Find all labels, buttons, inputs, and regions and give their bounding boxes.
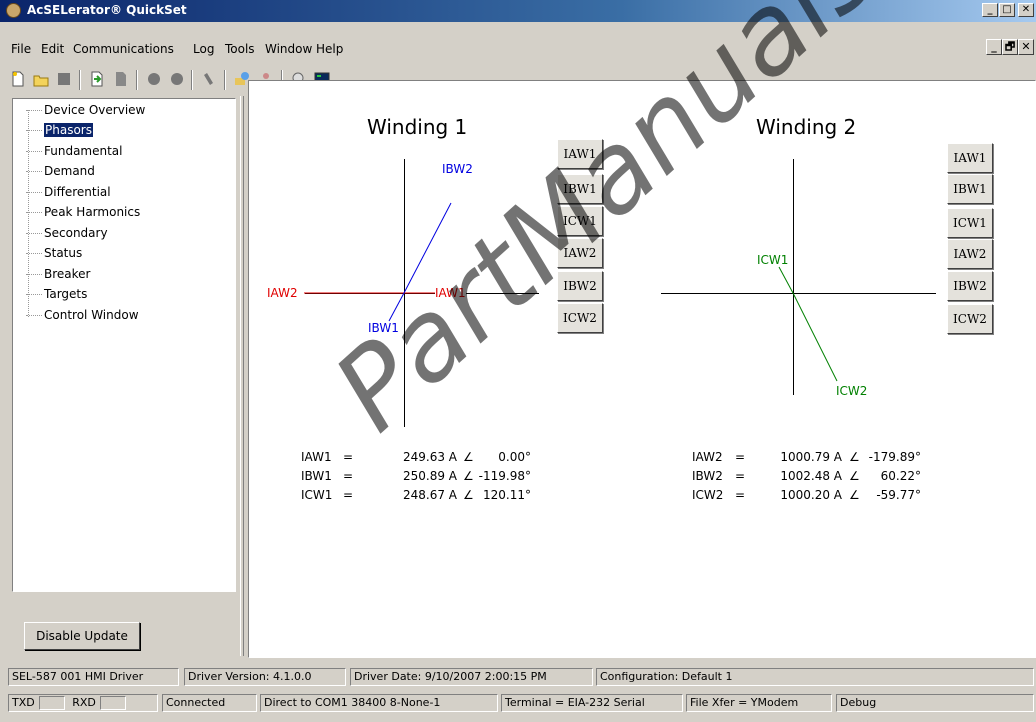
menu-file[interactable]: File xyxy=(11,42,31,56)
minimize-button[interactable]: _ xyxy=(982,3,998,17)
menu-help[interactable]: Help xyxy=(316,42,343,56)
menu-edit[interactable]: Edit xyxy=(41,42,64,56)
app-icon xyxy=(6,3,21,18)
configuration: Configuration: Default 1 xyxy=(596,668,1034,686)
icw2-label: ICW2 xyxy=(836,384,868,398)
rxd-led-icon xyxy=(99,696,126,710)
tree-item-peak-harmonics[interactable]: Peak Harmonics xyxy=(26,205,140,223)
toolbar-separator xyxy=(191,70,193,90)
tree-item-breaker[interactable]: Breaker xyxy=(26,267,90,285)
icw1-phasor xyxy=(778,266,794,294)
tree-item-fundamental[interactable]: Fundamental xyxy=(26,144,123,162)
tree-item-secondary[interactable]: Secondary xyxy=(26,226,108,244)
driver-date: Driver Date: 9/10/2007 2:00:15 PM xyxy=(350,668,593,686)
connect-icon[interactable] xyxy=(145,70,163,88)
driver-version: Driver Version: 4.1.0.0 xyxy=(184,668,346,686)
mdi-restore-button[interactable]: 🗗 xyxy=(1002,39,1018,55)
winding1-ibw2-toggle[interactable]: IBW2 xyxy=(557,271,603,301)
driver-name: SEL-587 001 HMI Driver xyxy=(8,668,179,686)
menu-bar: File Edit Communications Log Tools Windo… xyxy=(0,38,1036,60)
winding2-iaw2-toggle[interactable]: IAW2 xyxy=(947,239,993,269)
txd-rxd-indicators: TXD RXD xyxy=(8,694,158,712)
terminal-type: Terminal = EIA-232 Serial xyxy=(501,694,683,712)
driver-status-bar: SEL-587 001 HMI Driver Driver Version: 4… xyxy=(0,666,1036,688)
icw1-label: ICW1 xyxy=(757,253,789,267)
winding1-ibw1-toggle[interactable]: IBW1 xyxy=(557,174,603,204)
new-icon[interactable] xyxy=(9,70,27,88)
connection-status-bar: TXD RXD Connected Direct to COM1 38400 8… xyxy=(0,692,1036,714)
toolbar-separator xyxy=(224,70,226,90)
tree-item-control-window[interactable]: Control Window xyxy=(26,308,139,326)
window-title: AcSELerator® QuickSet xyxy=(27,3,187,17)
iaw2-label: IAW2 xyxy=(267,286,298,300)
tree-item-status[interactable]: Status xyxy=(26,246,82,264)
panel-splitter[interactable] xyxy=(240,96,244,656)
rxd-label: RXD xyxy=(72,696,96,709)
debug-status: Debug xyxy=(836,694,1034,712)
ibw2-label: IBW2 xyxy=(442,162,473,176)
toolbar-separator xyxy=(79,70,81,90)
terminal-icon[interactable] xyxy=(200,70,218,88)
txd-led-icon xyxy=(38,696,65,710)
winding2-ibw2-toggle[interactable]: IBW2 xyxy=(947,271,993,301)
menu-window[interactable]: Window xyxy=(265,42,312,56)
title-bar: AcSELerator® QuickSet _ □ ✕ xyxy=(0,0,1036,22)
winding2-ibw1-toggle[interactable]: IBW1 xyxy=(947,174,993,204)
menu-tools[interactable]: Tools xyxy=(225,42,255,56)
txd-label: TXD xyxy=(12,696,35,709)
winding1-icw2-toggle[interactable]: ICW2 xyxy=(557,303,603,333)
winding2-phasor-lines xyxy=(778,266,838,382)
ibw1-phasor xyxy=(388,292,405,322)
winding1-iaw2-toggle[interactable]: IAW2 xyxy=(557,238,603,268)
save-icon[interactable] xyxy=(55,70,73,88)
menu-communications[interactable]: Communications xyxy=(73,42,174,56)
maximize-button[interactable]: □ xyxy=(999,3,1015,17)
mdi-minimize-button[interactable]: _ xyxy=(986,39,1002,55)
tree-item-differential[interactable]: Differential xyxy=(26,185,111,203)
winding2-iaw1-toggle[interactable]: IAW1 xyxy=(947,143,993,173)
toolbar-separator xyxy=(136,70,138,90)
mdi-close-button[interactable]: ✕ xyxy=(1018,39,1034,55)
iaw1-label: IAW1 xyxy=(435,286,466,300)
close-button[interactable]: ✕ xyxy=(1018,3,1034,17)
port-settings: Direct to COM1 38400 8-None-1 xyxy=(260,694,498,712)
disable-update-button[interactable]: Disable Update xyxy=(24,622,140,650)
open-icon[interactable] xyxy=(32,70,50,88)
disconnect-icon[interactable] xyxy=(168,70,186,88)
tree-item-device-overview[interactable]: Device Overview xyxy=(26,103,145,121)
winding2-icw2-toggle[interactable]: ICW2 xyxy=(947,304,993,334)
menu-log[interactable]: Log xyxy=(193,42,214,56)
tree-item-phasors[interactable]: Phasors xyxy=(26,123,93,141)
winding1-iaw1-toggle[interactable]: IAW1 xyxy=(557,139,603,169)
file-transfer-protocol: File Xfer = YModem xyxy=(686,694,832,712)
tree-item-targets[interactable]: Targets xyxy=(26,287,87,305)
winding1-icw1-toggle[interactable]: ICW1 xyxy=(557,206,603,236)
winding1-phasor-lines xyxy=(304,202,452,322)
icw2-phasor xyxy=(792,292,838,382)
winding2-icw1-toggle[interactable]: ICW1 xyxy=(947,208,993,238)
ibw2-phasor xyxy=(403,202,452,294)
ibw1-label: IBW1 xyxy=(368,321,399,335)
phasor-panel: Winding 1 IAW2 IAW1 IBW2 IBW1 IAW1 IBW1 … xyxy=(248,80,1036,658)
tree-item-demand[interactable]: Demand xyxy=(26,164,95,182)
read-icon[interactable] xyxy=(88,70,106,88)
connection-status: Connected xyxy=(162,694,257,712)
send-icon[interactable] xyxy=(112,70,130,88)
